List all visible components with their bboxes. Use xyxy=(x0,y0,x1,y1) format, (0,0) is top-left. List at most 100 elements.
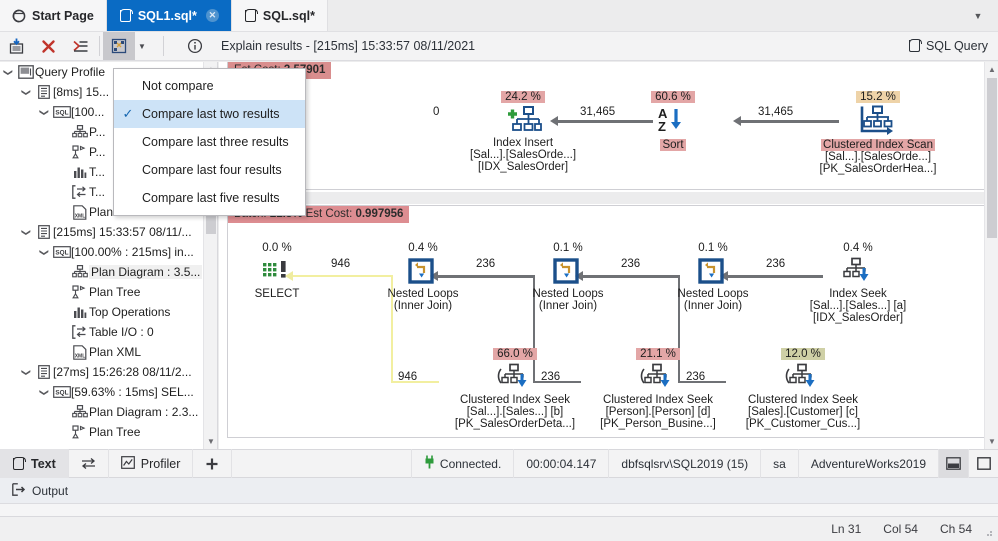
plan-node-nested-loops-3[interactable]: 0.1 % Nested Loops (Inner Join) xyxy=(648,240,778,312)
tab-start-page[interactable]: Start Page xyxy=(0,0,107,31)
plan-node-sort[interactable]: 60.6 % A Z Sort xyxy=(608,89,738,151)
node-join-type: (Inner Join) xyxy=(538,300,598,312)
explain-results-label: Explain results - [215ms] 15:33:57 08/11… xyxy=(221,39,476,53)
plan-diagram-top[interactable]: Est Cost: 3.57901 24.2 % Index In xyxy=(227,62,989,190)
tree-item[interactable]: ❯ SQL [59.63% : 15ms] SEL... xyxy=(0,382,217,402)
tree-item-label: T... xyxy=(89,165,106,179)
tree-item-label: T... xyxy=(89,185,106,199)
tree-item[interactable]: Plan Diagram : 2.3... xyxy=(0,402,217,422)
node-cost-pct: 0.4 % xyxy=(843,242,873,254)
output-label: Output xyxy=(32,483,69,498)
info-icon[interactable] xyxy=(179,32,211,60)
panel-splitter[interactable] xyxy=(219,192,998,204)
scrollbar-thumb[interactable] xyxy=(987,78,997,238)
menu-item[interactable]: Compare last four results xyxy=(114,156,305,184)
resize-gripper-icon[interactable] xyxy=(982,526,994,538)
node-title: Clustered Index Seek xyxy=(748,394,858,406)
connected-label: Connected. xyxy=(439,456,502,471)
compare-dropdown-chevron-down-icon[interactable]: ▼ xyxy=(135,32,149,60)
tab-sql1[interactable]: SQL1.sql* ✕ xyxy=(106,0,232,31)
node-cost-pct: 60.6 % xyxy=(651,91,695,103)
node-object: [Sal...].[Sales...] [b] xyxy=(466,406,564,418)
sql-doc-icon xyxy=(119,8,133,23)
compare-dropdown-menu[interactable]: Not compare ✓ Compare last two results Comp… xyxy=(113,68,306,216)
plan-vertical-scrollbar[interactable]: ▲ ▼ xyxy=(984,62,998,449)
tree-item[interactable]: ❯ [215ms] 15:33:57 08/11/... xyxy=(0,222,217,242)
sort-icon: A Z xyxy=(608,103,738,137)
tree-expand-chevron-icon[interactable]: ❯ xyxy=(3,64,14,80)
tree-expand-chevron-icon[interactable]: ❯ xyxy=(39,384,50,400)
tab-profiler[interactable]: Profiler xyxy=(109,449,194,478)
tab-text[interactable]: Text xyxy=(0,449,69,478)
tab-sql[interactable]: SQL.sql* xyxy=(231,0,328,31)
cancel-icon[interactable] xyxy=(32,32,64,60)
scroll-up-arrow-icon[interactable]: ▲ xyxy=(985,62,998,77)
tree-item-label: Top Operations xyxy=(89,305,171,319)
menu-item[interactable]: Not compare xyxy=(114,72,305,100)
plan-xml-icon: XML xyxy=(70,204,89,220)
clear-icon[interactable] xyxy=(64,32,96,60)
tree-item[interactable]: ❯ [27ms] 15:26:28 08/11/2... xyxy=(0,362,217,382)
batch-icon xyxy=(34,225,53,239)
compare-icon[interactable] xyxy=(103,32,135,60)
tree-expand-chevron-icon[interactable]: ❯ xyxy=(21,84,32,100)
tree-expand-chevron-icon[interactable]: ❯ xyxy=(39,104,50,120)
split-panel-icon[interactable] xyxy=(938,449,968,478)
tree-item[interactable]: ❯ SQL [100.00% : 215ms] in... xyxy=(0,242,217,262)
tree-item[interactable]: XML Plan XML xyxy=(0,342,217,362)
menu-item[interactable]: Compare last five results xyxy=(114,184,305,212)
plan-node-index-insert[interactable]: 24.2 % Index Insert [Sal...].[SalesOrde.… xyxy=(458,89,588,173)
tree-item-label: P... xyxy=(89,125,106,139)
node-title: Index Seek xyxy=(829,288,887,300)
plan-node-index-seek[interactable]: 0.4 % Index Seek [Sal...].[Sales...] [a]… xyxy=(793,240,923,324)
tree-item[interactable]: Plan Diagram : 3.5... xyxy=(0,262,217,282)
node-cost-pct: 15.2 % xyxy=(856,91,900,103)
plan-node-select[interactable]: 0.0 % SELECT xyxy=(212,240,342,300)
plan-node-clustered-index-scan[interactable]: 15.2 % Clustered Index Scan [Sal...].[Sa… xyxy=(813,89,943,175)
text-tab-icon xyxy=(12,456,26,471)
node-index: [PK_Person_Busine...] xyxy=(600,418,716,430)
plan-node-nested-loops-1[interactable]: 0.4 % Nested Loops (Inner Join) xyxy=(358,240,488,312)
server-name: dbfsqlsrv\SQL2019 (15) xyxy=(608,449,760,478)
plan-node-clustered-index-seek-c[interactable]: 12.0 % Clustered Index Seek [Sales].[Cus… xyxy=(728,346,878,430)
tree-expand-chevron-icon[interactable]: ❯ xyxy=(39,244,50,260)
sql-query-indicator: SQL Query xyxy=(908,39,998,53)
node-object: [Sales].[Customer] [c] xyxy=(748,406,858,418)
tree-item-label: Plan Diagram : 2.3... xyxy=(89,405,199,419)
tab-label: SQL1.sql* xyxy=(137,8,197,23)
check-icon: ✓ xyxy=(122,106,134,121)
plug-icon xyxy=(424,455,435,472)
scroll-down-arrow-icon[interactable]: ▼ xyxy=(204,434,217,449)
maximize-panel-icon[interactable] xyxy=(968,449,998,478)
tree-expand-chevron-icon[interactable]: ❯ xyxy=(21,364,32,380)
tab-label: Text xyxy=(31,456,56,471)
tree-expand-chevron-icon[interactable]: ❯ xyxy=(21,224,32,240)
elapsed-time: 00:00:04.147 xyxy=(513,449,608,478)
scroll-down-arrow-icon[interactable]: ▼ xyxy=(985,434,998,449)
tab-swap[interactable] xyxy=(69,449,109,478)
cost-prefix: Est Cost: xyxy=(302,208,356,220)
save-results-icon[interactable] xyxy=(0,32,32,60)
tree-item-label: P... xyxy=(89,145,106,159)
node-title: Sort xyxy=(660,139,686,151)
tree-item[interactable]: Plan Tree xyxy=(0,422,217,442)
tab-overflow-chevron-down-icon[interactable]: ▼ xyxy=(958,0,998,31)
plan-node-clustered-index-seek-d[interactable]: 21.1 % Clustered Index Seek [Person].[Pe… xyxy=(583,346,733,430)
menu-item-label: Compare last two results xyxy=(142,107,280,121)
sql-doc-icon xyxy=(908,39,922,53)
plan-node-clustered-index-seek-b[interactable]: 66.0 % Clustered Index Seek [Sal...].[Sa… xyxy=(440,346,590,430)
menu-item[interactable]: ✓ Compare last two results xyxy=(114,100,305,128)
tree-item-label: Query Profile xyxy=(35,65,106,79)
plan-node-nested-loops-2[interactable]: 0.1 % Nested Loops (Inner Join) xyxy=(503,240,633,312)
tree-item[interactable]: Plan Tree xyxy=(0,282,217,302)
tree-item[interactable]: Top Operations xyxy=(0,302,217,322)
add-tab-button[interactable] xyxy=(193,449,233,478)
output-panel-header[interactable]: Output xyxy=(0,478,998,504)
tree-item-label: Table I/O : 0 xyxy=(89,325,154,339)
node-title: SELECT xyxy=(254,288,300,300)
menu-item[interactable]: Compare last three results xyxy=(114,128,305,156)
plan-diagram-bottom[interactable]: Batch: 21.8% Est Cost: 0.997956 0.0 % xyxy=(227,205,989,438)
tree-item[interactable]: Table I/O : 0 xyxy=(0,322,217,342)
swap-icon xyxy=(81,458,95,469)
close-icon[interactable]: ✕ xyxy=(205,9,219,22)
